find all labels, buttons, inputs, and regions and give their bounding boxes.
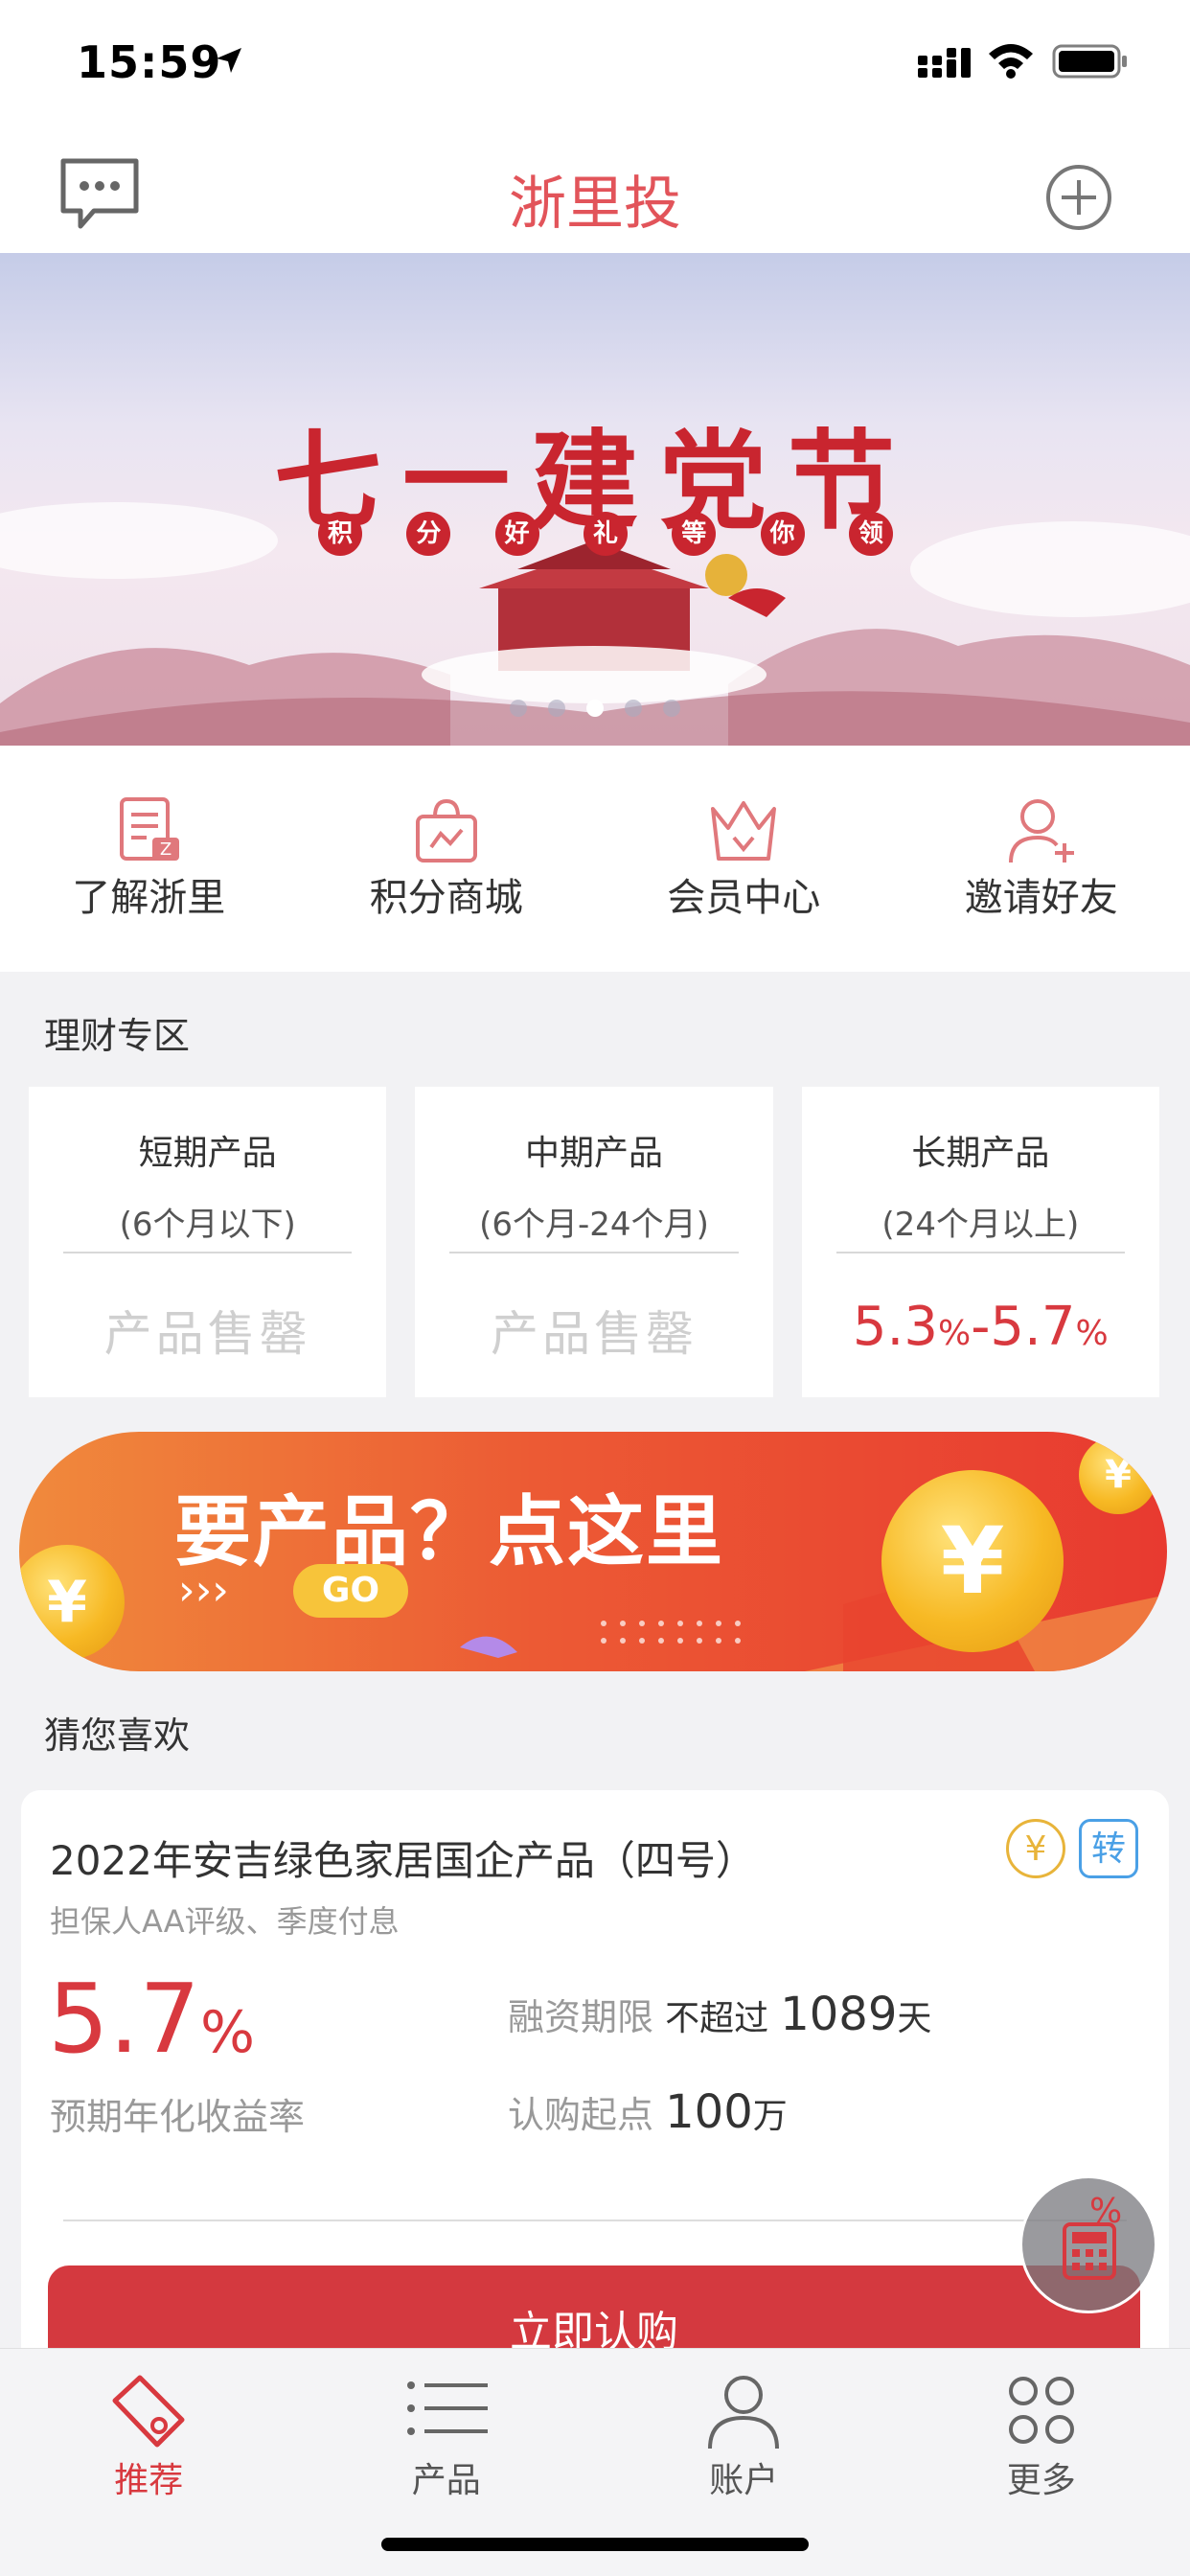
calculator-icon [1063,2222,1116,2280]
banner-sub-char: 等 [672,512,717,556]
rate-unit: % [200,1999,256,2066]
product-card-medium[interactable]: 中期产品 (6个月-24个月) 产品售罄 [415,1087,773,1397]
card-status: 产品售罄 [490,1306,698,1362]
crown-icon [711,801,777,861]
wifi-icon [989,44,1033,79]
divider [449,1252,739,1254]
card-term: (24个月以上) [881,1206,1080,1244]
term-label: 融资期限 [508,1996,654,2038]
tab-label: 推荐 [114,2461,184,2500]
financing-term: 融资期限 不超过 1089天 [508,1988,931,2041]
banner-subtitle: 积 分 好 礼 等 你 领 [318,512,893,556]
card-name: 长期产品 [911,1134,1050,1173]
product-description: 担保人AA评级、季度付息 [50,1903,400,1940]
quick-item-label: 邀请好友 [964,876,1118,920]
quick-item-label: 了解浙里 [72,876,226,920]
finance-cards: 短期产品 (6个月以下) 产品售罄 中期产品 (6个月-24个月) 产品售罄 长… [29,1087,1159,1397]
rate-dash: - [971,1296,991,1358]
shopping-bag-icon [415,798,477,862]
banner-sub-char: 你 [760,512,805,556]
go-button[interactable]: GO [293,1564,408,1618]
add-circle-icon[interactable] [1044,163,1113,232]
card-term: (6个月-24个月) [479,1206,709,1244]
page-dot[interactable] [625,700,642,717]
rate-unit: % [1075,1314,1109,1353]
banner-sub-char: 好 [494,512,539,556]
product-name: 2022年安吉绿色家居国企产品（四号） [50,1837,756,1884]
banner-sub-char: 礼 [583,512,628,556]
quick-item-points-mall[interactable]: 积分商城 [298,746,596,972]
card-rate-range: 5.3%-5.7% [802,1296,1159,1358]
expected-rate: 5.7% [48,1963,255,2075]
divider [835,1252,1125,1254]
tab-recommend[interactable]: 推荐 [0,2349,298,2576]
status-time: 15:59 [77,36,222,88]
home-indicator[interactable] [381,2538,809,2551]
battery-icon [1052,44,1127,79]
page-dot-active[interactable] [586,700,604,717]
coin-icon: ¥ [881,1470,1064,1652]
quick-item-member-center[interactable]: 会员中心 [595,746,893,972]
location-arrow-icon [217,48,241,73]
min-value: 100 [665,2085,753,2139]
banner-sub-char: 分 [406,512,451,556]
promo-banner[interactable]: 七一建党节 积 分 好 礼 等 你 领 [0,253,1190,746]
term-unit: 天 [897,1999,932,2038]
rate-high: 5.7 [990,1296,1076,1358]
divider [63,1252,353,1254]
minimum-purchase: 认购起点 100万 [508,2085,788,2139]
page-dot[interactable] [663,700,680,717]
tab-label: 更多 [1006,2461,1076,2500]
rate-unit: % [937,1314,972,1353]
banner-sub-char: 积 [318,512,362,556]
document-icon: Z [120,797,180,861]
rate-label: 预期年化收益率 [50,2096,306,2138]
add-user-icon [1008,799,1074,863]
quick-menu: Z 了解浙里 积分商城 会员中心 邀请好友 [0,746,1190,972]
tab-label: 产品 [411,2461,481,2500]
tab-label: 账户 [709,2461,779,2500]
app-screen: 15:59 浙里投 七一建党节 积 分 好 礼 等 你 领 Z 了解浙里 积分商… [0,0,1190,2576]
promo-text: 要产品？点这里 [174,1487,724,1576]
more-grid-icon [1008,2377,1074,2444]
product-card-long[interactable]: 长期产品 (24个月以上) 5.3%-5.7% [801,1087,1159,1397]
quick-item-invite-friends[interactable]: 邀请好友 [893,746,1190,972]
banner-sub-char: 领 [848,512,893,556]
min-label: 认购起点 [508,2094,654,2136]
status-bar: 15:59 [0,0,1190,134]
quick-item-about[interactable]: Z 了解浙里 [0,746,298,972]
calculator-float-button[interactable]: % [1019,2175,1157,2313]
transfer-badge-icon: 转 [1079,1819,1138,1878]
divider [63,2220,1127,2221]
rate-value: 5.7 [48,1963,201,2075]
term-prefix: 不超过 [665,1999,769,2038]
rate-low: 5.3 [852,1296,938,1358]
person-icon [708,2376,780,2450]
tab-more[interactable]: 更多 [893,2349,1190,2576]
list-icon [406,2381,488,2435]
card-name: 短期产品 [138,1134,277,1173]
quick-item-label: 会员中心 [667,876,821,920]
term-value: 1089 [780,1988,898,2041]
promo-arrows: ››› [178,1566,229,1615]
recommend-section-title: 猜您喜欢 [44,1714,191,1757]
find-product-banner[interactable]: ¥ ¥ ¥ 要产品？点这里 ››› GO [19,1432,1167,1671]
page-dot[interactable] [510,700,527,717]
quick-item-label: 积分商城 [369,876,523,920]
min-unit: 万 [752,2097,788,2136]
nav-bar: 浙里投 [0,134,1190,253]
svg-text:Z: Z [160,840,172,860]
cellular-signal-icon [918,48,971,78]
price-tag-icon [112,2375,185,2448]
card-name: 中期产品 [524,1134,663,1173]
card-term: (6个月以下) [119,1206,296,1244]
page-dot[interactable] [548,700,565,717]
finance-section-title: 理财专区 [44,1015,191,1057]
coin-icon: ¥ [1079,1436,1157,1514]
product-card-short[interactable]: 短期产品 (6个月以下) 产品售罄 [29,1087,387,1397]
yen-badge-icon: ¥ [1006,1819,1065,1878]
page-title: 浙里投 [509,171,681,238]
card-status: 产品售罄 [103,1306,311,1362]
banner-page-indicator[interactable] [510,700,680,717]
